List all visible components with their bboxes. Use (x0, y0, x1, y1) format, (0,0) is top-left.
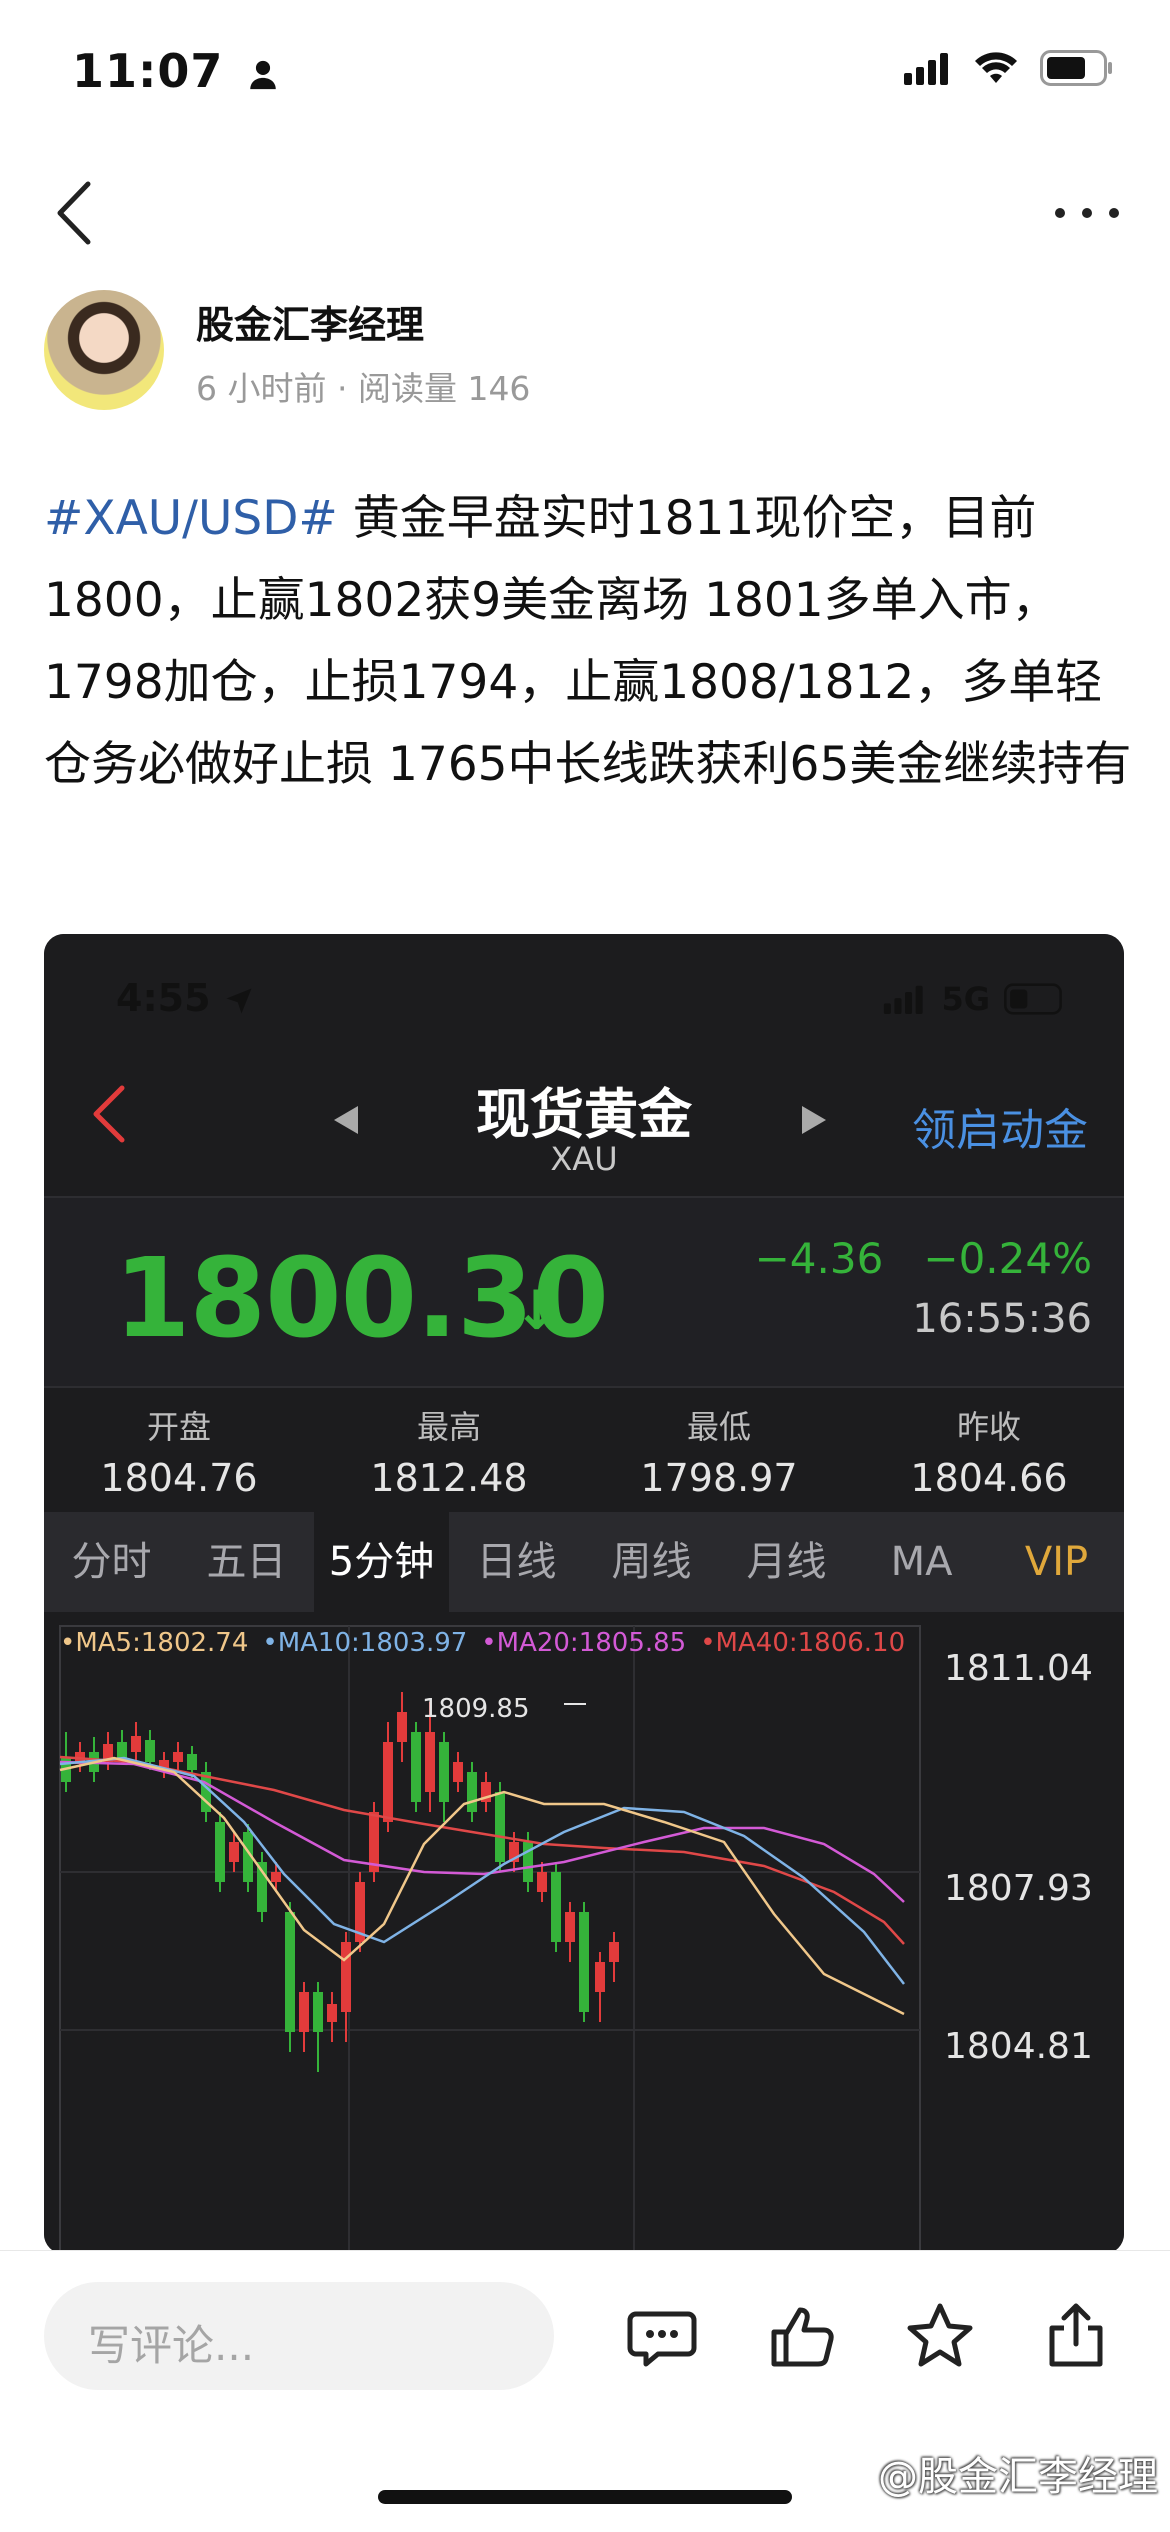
stat-high: 最高 1812.48 (314, 1388, 584, 1512)
quote-time: 16:55:36 (912, 1296, 1092, 1342)
stat-value: 1798.97 (640, 1456, 798, 1500)
person-icon (250, 60, 277, 89)
ma40-label: •MA40:1806.10 (700, 1628, 906, 1658)
cellular-signal-icon (904, 53, 948, 85)
candle-body (341, 1942, 351, 2012)
stat-open: 开盘 1804.76 (44, 1388, 314, 1512)
chevron-left-icon (57, 181, 91, 245)
ma10-label: •MA10:1803.97 (262, 1628, 468, 1658)
promo-link[interactable]: 领启动金 (912, 1094, 1088, 1158)
favorite-button[interactable] (904, 2300, 976, 2372)
candle-body (397, 1712, 407, 1742)
status-icons (904, 50, 1114, 86)
comment-button[interactable] (626, 2300, 698, 2372)
candle-body (383, 1742, 393, 1822)
stat-label: 开盘 (146, 1408, 211, 1446)
down-arrow-icon: ↓ (514, 1279, 560, 1342)
candle-body (215, 1822, 225, 1882)
stat-value: 1804.66 (910, 1456, 1068, 1500)
battery-icon (1040, 50, 1112, 86)
location-arrow-icon (226, 988, 252, 1013)
candle-body (299, 1992, 309, 2032)
hashtag-link[interactable]: #XAU/USD# (44, 491, 338, 546)
stat-low: 最低 1798.97 (584, 1388, 854, 1512)
tab-five-day[interactable]: 五日 (179, 1512, 314, 1612)
y-tick-label: 1811.04 (944, 1648, 1093, 1689)
author-name[interactable]: 股金汇李经理 (196, 294, 424, 349)
stats-row: 开盘 1804.76 最高 1812.48 最低 1798.97 昨收 1804… (44, 1386, 1124, 1512)
candle-body (187, 1754, 197, 1770)
inner-status-time: 4:55 (116, 976, 254, 1020)
stat-value: 1804.76 (100, 1456, 258, 1500)
like-button[interactable] (766, 2300, 838, 2372)
candle-body (173, 1752, 183, 1762)
wifi-icon (975, 52, 1017, 83)
avatar[interactable] (44, 290, 164, 410)
candle-body (453, 1762, 463, 1782)
ma5-label: •MA5:1802.74 (60, 1628, 249, 1658)
stat-value: 1812.48 (370, 1456, 528, 1500)
price-change: −4.36 −0.24% (754, 1234, 1092, 1283)
next-instrument-icon[interactable] (802, 1106, 826, 1134)
comment-icon (627, 2311, 697, 2367)
candle-body (609, 1942, 619, 1962)
stat-label: 最高 (416, 1408, 481, 1446)
candle-body (467, 1772, 477, 1812)
stat-label: 最低 (686, 1408, 751, 1446)
candle-body (131, 1736, 141, 1752)
share-icon (1049, 2303, 1103, 2367)
candle-body (551, 1872, 561, 1942)
share-button[interactable] (1040, 2300, 1112, 2372)
candle-body (537, 1872, 547, 1892)
home-indicator (378, 2490, 792, 2504)
stat-prev-close: 昨收 1804.66 (854, 1388, 1124, 1512)
candle-body (565, 1912, 575, 1942)
cellular-signal-icon (884, 985, 924, 1014)
period-tabs: 分时 五日 5分钟 日线 周线 月线 MA VIP (44, 1512, 1124, 1612)
network-label: 5G (941, 980, 990, 1018)
candle-body (285, 1912, 295, 2032)
candlestick-chart[interactable] (44, 1612, 1124, 2254)
y-tick-label: 1804.81 (944, 2026, 1093, 2067)
status-time: 11:07 (72, 44, 280, 98)
candle-body (327, 2004, 337, 2022)
inner-status-icons: 5G (883, 980, 1068, 1018)
tab-monthly[interactable]: 月线 (719, 1512, 854, 1612)
candle-body (595, 1962, 605, 1992)
candle-body (411, 1732, 421, 1802)
star-icon (907, 2303, 973, 2367)
tab-intraday[interactable]: 分时 (44, 1512, 179, 1612)
tab-daily[interactable]: 日线 (449, 1512, 584, 1612)
candle-body (495, 1792, 505, 1862)
ma20-label: •MA20:1805.85 (481, 1628, 687, 1658)
post-image[interactable]: 4:55 5G 现货黄金 XAU 领启动金 1800.30 ↓ −4.36 −0… (44, 934, 1124, 2254)
watermark: @股金汇李经理 (878, 2454, 1158, 2500)
candle-body (313, 1992, 323, 2032)
candlestick-svg (59, 1625, 921, 2254)
candle-body (145, 1740, 155, 1762)
candle-body (439, 1742, 449, 1802)
battery-icon (1004, 983, 1062, 1015)
y-tick-label: 1807.93 (944, 1868, 1093, 1909)
candle-body (229, 1842, 239, 1862)
comment-placeholder: 写评论... (88, 2321, 255, 2370)
more-button[interactable] (1052, 198, 1122, 228)
tab-weekly[interactable]: 周线 (584, 1512, 719, 1612)
thumbs-up-icon (771, 2307, 834, 2367)
stat-label: 昨收 (956, 1408, 1021, 1446)
post-meta: 6 小时前 · 阅读量 146 (196, 369, 531, 408)
candle-body (579, 1912, 589, 2012)
candle-body (117, 1742, 127, 1758)
tab-ma[interactable]: MA (854, 1512, 989, 1612)
tab-vip[interactable]: VIP (989, 1512, 1124, 1612)
candle-body (271, 1872, 281, 1882)
candle-body (425, 1732, 435, 1792)
tab-5min[interactable]: 5分钟 (314, 1512, 449, 1612)
ma-legend: •MA5:1802.74 •MA10:1803.97 •MA20:1805.85… (60, 1628, 905, 1658)
more-dots-icon (1055, 208, 1119, 218)
post-body: #XAU/USD# 黄金早盘实时1811现价空，目前1800，止赢1802获9美… (44, 478, 1134, 806)
high-marker-label: 1809.85 (422, 1694, 530, 1724)
back-button[interactable] (48, 178, 108, 248)
